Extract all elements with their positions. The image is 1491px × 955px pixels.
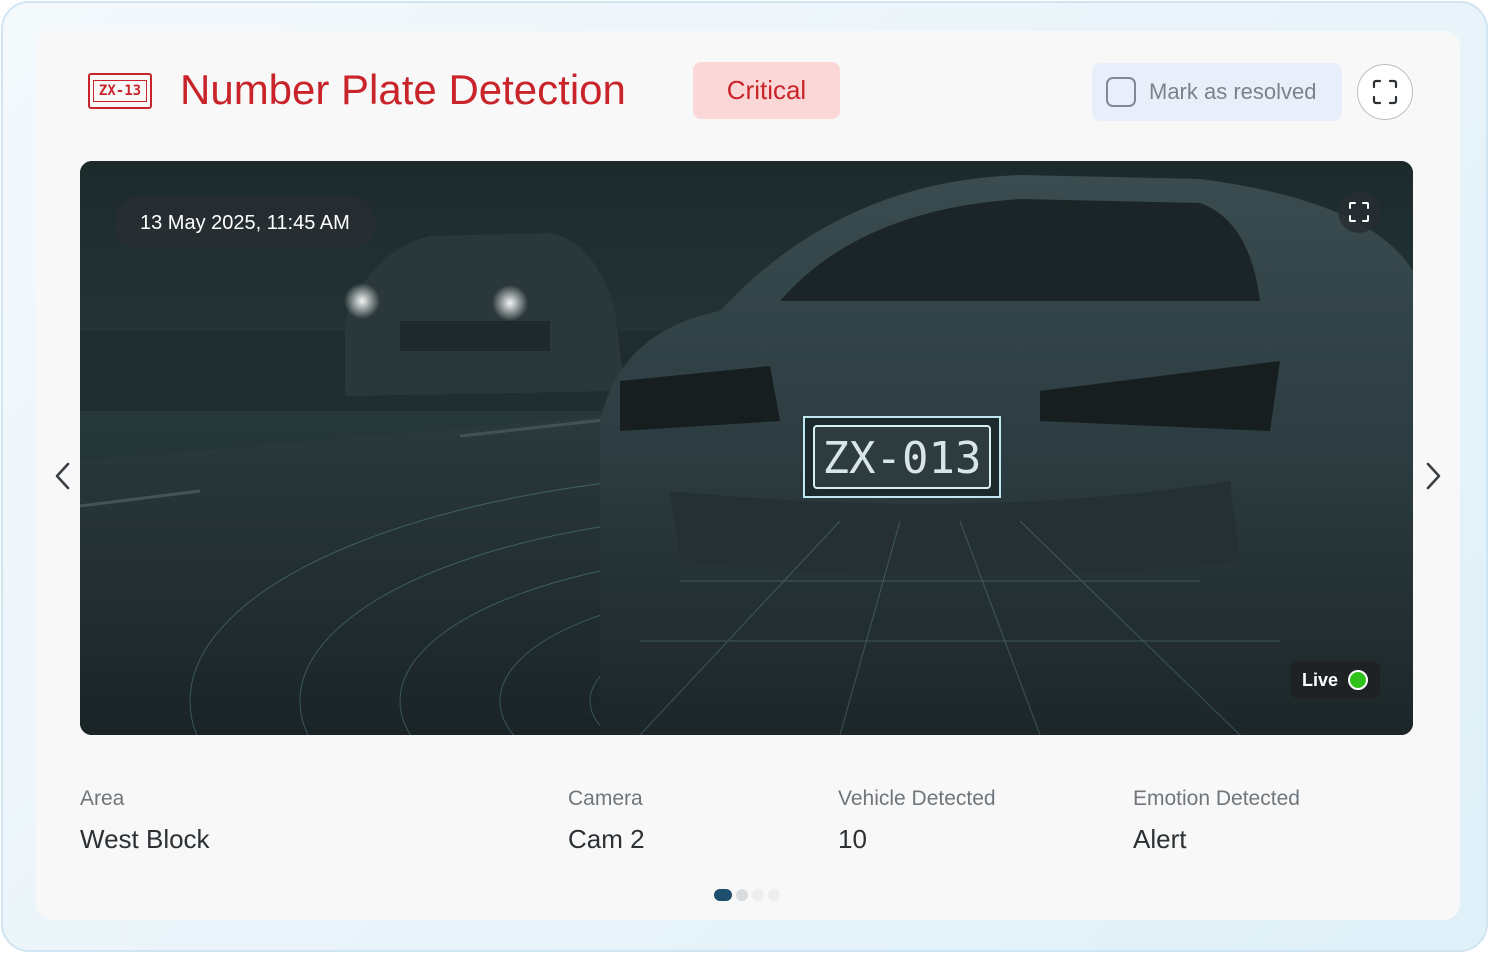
camera-snapshot: ZX-013 13 May 2025, 11:45 AM Live [80, 161, 1413, 735]
live-status-dot [1348, 670, 1369, 690]
chevron-right-icon [1426, 462, 1441, 490]
capture-timestamp: 13 May 2025, 11:45 AM [114, 197, 376, 249]
next-image-button[interactable] [1418, 456, 1448, 496]
detected-plate-text: ZX-013 [823, 433, 982, 484]
severity-badge: Critical [693, 62, 840, 119]
expand-icon [1372, 79, 1398, 105]
pagination-dot-4[interactable] [768, 889, 780, 901]
emotion-detected-value: Alert [1133, 824, 1187, 854]
vehicle-detected-label: Vehicle Detected [838, 787, 996, 810]
page-title: Number Plate Detection [180, 66, 626, 113]
live-label: Live [1302, 669, 1339, 690]
live-indicator: Live [1290, 661, 1380, 699]
mark-resolved-button[interactable]: Mark as resolved [1092, 63, 1342, 121]
detection-card: ZX-13 Number Plate Detection Critical Ma… [36, 31, 1460, 920]
emotion-detected-label: Emotion Detected [1133, 787, 1300, 810]
license-plate-icon: ZX-13 [88, 73, 152, 109]
camera-label: Camera [568, 787, 643, 810]
area-value: West Block [80, 824, 210, 854]
vehicle-detected-value: 10 [838, 824, 867, 854]
previous-image-button[interactable] [48, 456, 78, 496]
pagination-dot-3[interactable] [752, 889, 764, 901]
resolved-checkbox[interactable] [1106, 77, 1136, 107]
license-plate-icon-text: ZX-13 [93, 80, 147, 102]
mark-resolved-label: Mark as resolved [1149, 79, 1317, 104]
pagination-dots [714, 889, 780, 901]
fullscreen-button[interactable] [1357, 64, 1413, 120]
area-label: Area [80, 787, 125, 810]
chevron-left-icon [55, 462, 70, 490]
pagination-dot-1[interactable] [714, 889, 732, 901]
image-fullscreen-button[interactable] [1338, 191, 1380, 233]
pagination-dot-2[interactable] [736, 889, 748, 901]
camera-value: Cam 2 [568, 824, 645, 854]
expand-icon [1349, 202, 1369, 222]
